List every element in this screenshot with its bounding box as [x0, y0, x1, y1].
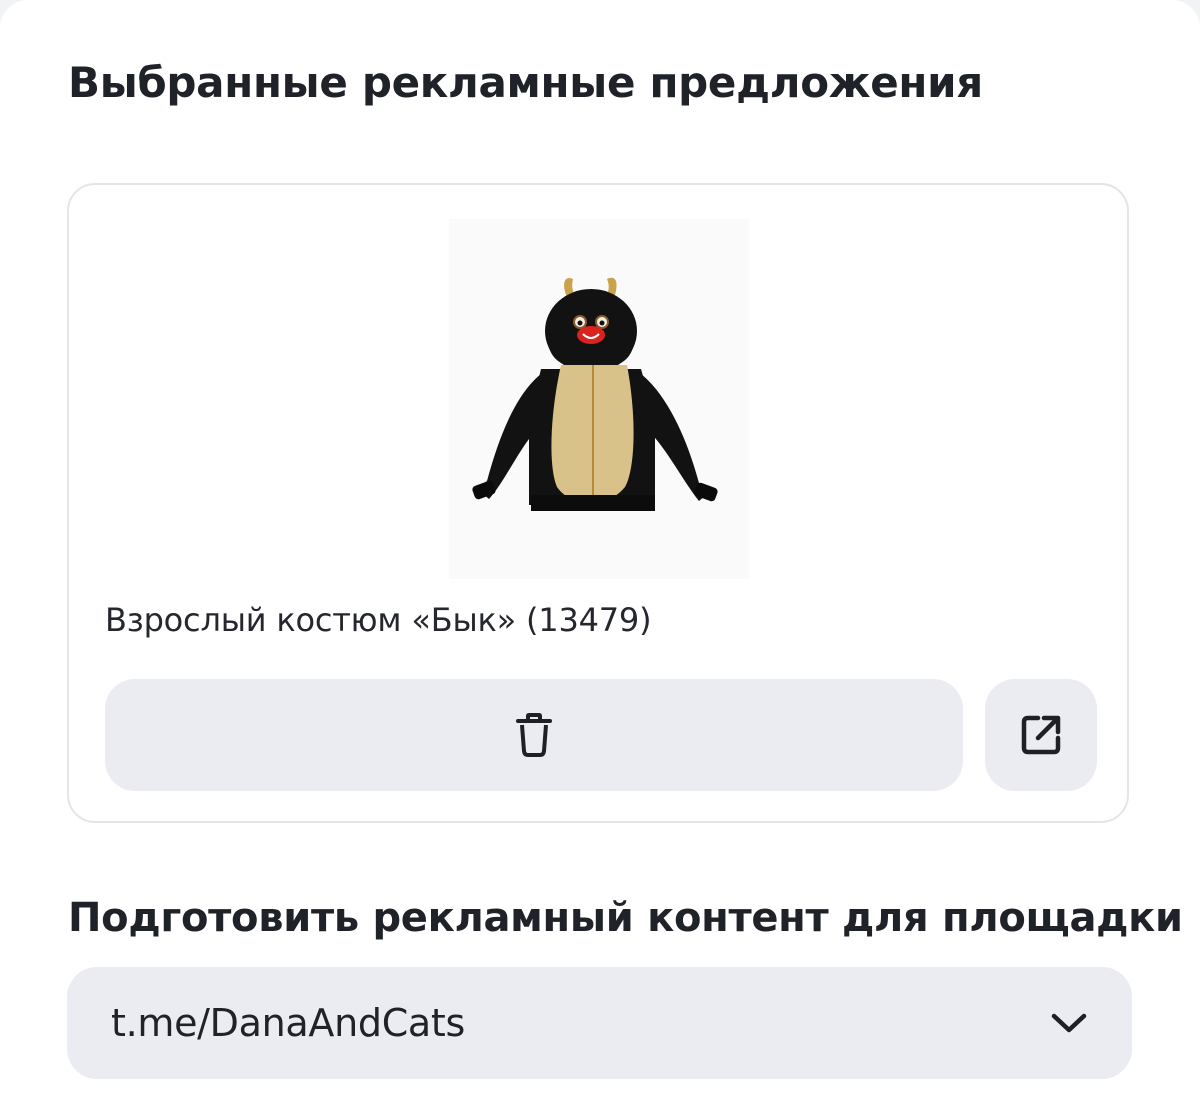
bottom-sheet: Выбранные рекламные предложения Взрослый… — [0, 0, 1200, 1113]
trash-icon — [514, 713, 554, 757]
platform-select[interactable]: t.me/DanaAndCats — [67, 967, 1132, 1079]
bull-costume-jacket-image — [472, 277, 718, 511]
platform-select-value: t.me/DanaAndCats — [111, 1001, 466, 1045]
product-title: Взрослый костюм «Бык» (13479) — [105, 601, 652, 639]
delete-offer-button[interactable] — [105, 679, 963, 791]
selected-offers-title: Выбранные рекламные предложения — [68, 58, 983, 107]
offer-card: Взрослый костюм «Бык» (13479) — [67, 183, 1129, 823]
prepare-content-title: Подготовить рекламный контент для площад… — [68, 895, 1183, 941]
chevron-down-icon — [1050, 1011, 1088, 1035]
open-offer-link-button[interactable] — [985, 679, 1097, 791]
product-image — [449, 219, 749, 579]
external-link-icon — [1020, 714, 1062, 756]
